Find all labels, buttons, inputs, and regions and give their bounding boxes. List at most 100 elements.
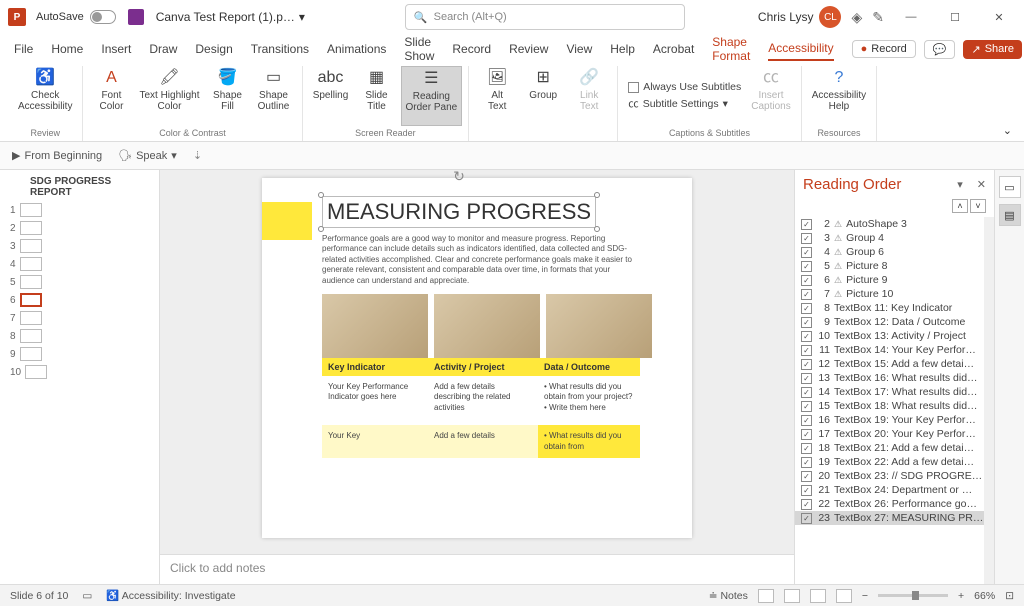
zoom-level[interactable]: 66% — [974, 590, 995, 602]
accessibility-status[interactable]: ♿ Accessibility: Investigate — [106, 589, 235, 602]
checkbox-icon[interactable]: ✓ — [801, 401, 812, 412]
save-icon[interactable] — [128, 9, 144, 25]
pane-close-button[interactable]: ✕ — [977, 178, 986, 191]
reading-order-item[interactable]: ✓2⚠AutoShape 3 — [795, 217, 994, 231]
checkbox-icon[interactable]: ✓ — [801, 499, 812, 510]
reading-order-item[interactable]: ✓14TextBox 17: What results did… — [795, 385, 994, 399]
checkbox-icon[interactable]: ✓ — [801, 233, 812, 244]
reading-order-item[interactable]: ✓15TextBox 18: What results did… — [795, 399, 994, 413]
reading-order-item[interactable]: ✓5⚠Picture 8 — [795, 259, 994, 273]
font-color-button[interactable]: AFont Color — [89, 66, 133, 126]
reading-order-item[interactable]: ✓8TextBox 11: Key Indicator — [795, 301, 994, 315]
reading-order-item[interactable]: ✓18TextBox 21: Add a few detai… — [795, 441, 994, 455]
tab-acrobat[interactable]: Acrobat — [653, 38, 694, 60]
slideshow-view-button[interactable] — [836, 589, 852, 603]
checkbox-icon[interactable]: ✓ — [801, 275, 812, 286]
checkbox-icon[interactable]: ✓ — [801, 303, 812, 314]
shape-fill-button[interactable]: 🪣Shape Fill — [206, 66, 250, 126]
table-cell[interactable]: • What results did you obtain from your … — [538, 376, 640, 419]
reading-order-item[interactable]: ✓23TextBox 27: MEASURING PR… — [795, 511, 994, 525]
tab-accessibility[interactable]: Accessibility — [768, 37, 833, 61]
right-tool-button[interactable]: ▭ — [999, 176, 1021, 198]
tab-help[interactable]: Help — [610, 38, 635, 60]
zoom-out-button[interactable]: − — [862, 590, 868, 602]
slide-title-textbox[interactable]: MEASURING PROGRESS — [322, 196, 596, 228]
table-header[interactable]: Activity / Project — [428, 358, 538, 376]
thumbnail-4[interactable]: 4 — [4, 255, 155, 273]
thumbnail-9[interactable]: 9 — [4, 345, 155, 363]
reading-order-item[interactable]: ✓4⚠Group 6 — [795, 245, 994, 259]
selection-handle[interactable] — [318, 192, 324, 198]
sorter-view-button[interactable] — [784, 589, 800, 603]
reading-order-item[interactable]: ✓11TextBox 14: Your Key Perfor… — [795, 343, 994, 357]
table-cell[interactable]: • What results did you obtain from — [538, 425, 640, 458]
share-button[interactable]: ↗Share — [963, 40, 1022, 59]
move-up-button[interactable]: ˄ — [952, 199, 968, 213]
alt-text-button[interactable]: 🖼Alt Text — [475, 66, 519, 126]
close-button[interactable]: ✕ — [982, 3, 1016, 31]
tab-review[interactable]: Review — [509, 38, 548, 60]
search-input[interactable]: 🔍 Search (Alt+Q) — [405, 4, 685, 30]
overflow-icon[interactable]: ⇣ — [193, 149, 202, 162]
reading-order-item[interactable]: ✓10TextBox 13: Activity / Project — [795, 329, 994, 343]
checkbox-icon[interactable]: ✓ — [801, 513, 812, 524]
tab-home[interactable]: Home — [51, 38, 83, 60]
thumbnail-8[interactable]: 8 — [4, 327, 155, 345]
checkbox-icon[interactable]: ✓ — [801, 485, 812, 496]
checkbox-icon[interactable]: ✓ — [801, 429, 812, 440]
speak-button[interactable]: 🗣Speak▾ — [118, 149, 177, 162]
reading-order-item[interactable]: ✓3⚠Group 4 — [795, 231, 994, 245]
checkbox-icon[interactable]: ✓ — [801, 247, 812, 258]
tab-animations[interactable]: Animations — [327, 38, 386, 60]
always-subtitles-checkbox[interactable]: Always Use Subtitles — [628, 81, 741, 93]
reading-order-item[interactable]: ✓17TextBox 20: Your Key Perfor… — [795, 427, 994, 441]
checkbox-icon[interactable]: ✓ — [801, 345, 812, 356]
reading-view-button[interactable] — [810, 589, 826, 603]
table-cell[interactable]: Add a few details describing the related… — [428, 376, 538, 419]
checkbox-icon[interactable]: ✓ — [801, 219, 812, 230]
thumbnail-2[interactable]: 2 — [4, 219, 155, 237]
subtitle-settings-button[interactable]: ㏄Subtitle Settings▾ — [628, 96, 741, 111]
pen-icon[interactable]: ✎ — [872, 9, 884, 26]
checkbox-icon[interactable]: ✓ — [801, 317, 812, 328]
table-header[interactable]: Key Indicator — [322, 358, 428, 376]
tab-view[interactable]: View — [566, 38, 592, 60]
checkbox-icon[interactable]: ✓ — [801, 387, 812, 398]
zoom-in-button[interactable]: + — [958, 590, 964, 602]
selection-handle[interactable] — [318, 226, 324, 232]
table-cell[interactable]: Your Key Performance Indicator goes here — [322, 376, 428, 419]
reading-order-item[interactable]: ✓6⚠Picture 9 — [795, 273, 994, 287]
slide-image[interactable] — [546, 294, 652, 358]
thumbnail-1[interactable]: 1 — [4, 201, 155, 219]
reading-order-item[interactable]: ✓22TextBox 26: Performance go… — [795, 497, 994, 511]
tab-insert[interactable]: Insert — [101, 38, 131, 60]
table-cell[interactable]: Your Key — [322, 425, 428, 458]
group-button[interactable]: ⊞Group — [521, 66, 565, 126]
checkbox-icon[interactable]: ✓ — [801, 289, 812, 300]
checkbox-icon[interactable]: ✓ — [801, 457, 812, 468]
tab-transitions[interactable]: Transitions — [251, 38, 309, 60]
zoom-slider[interactable] — [878, 594, 948, 597]
shape-outline-button[interactable]: ▭Shape Outline — [252, 66, 296, 126]
tab-record[interactable]: Record — [452, 38, 491, 60]
reading-order-item[interactable]: ✓16TextBox 19: Your Key Perfor… — [795, 413, 994, 427]
minimize-button[interactable]: — — [894, 3, 928, 31]
normal-view-button[interactable] — [758, 589, 774, 603]
language-icon[interactable]: ▭ — [82, 590, 92, 602]
reading-order-list[interactable]: ✓2⚠AutoShape 3✓3⚠Group 4✓4⚠Group 6✓5⚠Pic… — [795, 217, 994, 584]
diamond-icon[interactable]: ◈ — [851, 9, 862, 26]
slide-thumbnails[interactable]: SDG PROGRESS REPORT 12345678910 — [0, 170, 160, 584]
reading-order-item[interactable]: ✓19TextBox 22: Add a few detai… — [795, 455, 994, 469]
thumbnail-7[interactable]: 7 — [4, 309, 155, 327]
reading-order-item[interactable]: ✓20TextBox 23: // SDG PROGRE… — [795, 469, 994, 483]
checkbox-icon[interactable]: ✓ — [801, 331, 812, 342]
reading-order-item[interactable]: ✓7⚠Picture 10 — [795, 287, 994, 301]
table-header[interactable]: Data / Outcome — [538, 358, 640, 376]
checkbox-icon[interactable]: ✓ — [801, 373, 812, 384]
reading-order-item[interactable]: ✓21TextBox 24: Department or … — [795, 483, 994, 497]
text-highlight-button[interactable]: 🖍Text Highlight Color — [135, 66, 203, 126]
tab-draw[interactable]: Draw — [149, 38, 177, 60]
autosave-toggle[interactable] — [90, 10, 116, 24]
slide-canvas[interactable]: ↻ MEASURING PROGRESS Performance goals a… — [262, 178, 692, 538]
tab-shape-format[interactable]: Shape Format — [712, 31, 750, 67]
